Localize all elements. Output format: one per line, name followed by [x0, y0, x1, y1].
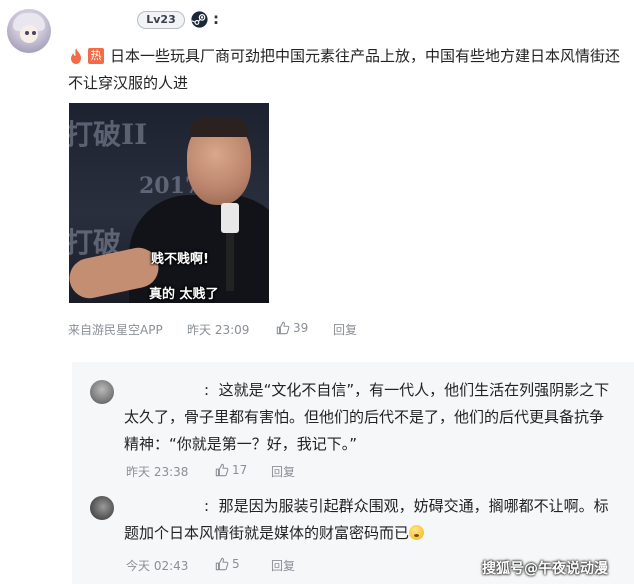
thumbs-up-icon[interactable] [215, 463, 229, 477]
watermark: 搜狐号@午夜说动漫 [482, 561, 608, 577]
avatar-eye [25, 31, 29, 35]
comment-reply-button[interactable]: 回复 [333, 321, 357, 338]
image-bg-text: 打破II [69, 118, 148, 151]
thumbs-up-icon[interactable] [215, 557, 229, 571]
thumbs-up-icon[interactable] [276, 321, 290, 335]
reply-time: 昨天 23:38 [126, 465, 189, 479]
reply-reply-button[interactable]: 回复 [271, 463, 295, 480]
reply-body: 那是因为服装引起群众围观，妨碍交通，搁哪都不让啊。标题加个日本风情街就是媒体的财… [124, 497, 609, 542]
reply-list: : 这就是“文化不自信”，有一代人，他们生活在列强阴影之下太久了，骨子里都有害怕… [72, 362, 634, 584]
level-badge: Lv23 [137, 11, 185, 29]
reply-avatar[interactable] [90, 496, 114, 520]
reply-avatar[interactable] [90, 380, 114, 404]
comment-like-count: 39 [293, 321, 309, 335]
comment-source: 来自游民星空APP [68, 323, 163, 337]
header-colon: : [213, 10, 219, 28]
steam-icon [191, 11, 208, 28]
image-caption-line1: 贱不贱啊! [151, 252, 209, 267]
smile-emoji-icon [409, 525, 425, 540]
reply-like-count: 17 [232, 463, 248, 477]
reply-like-count: 5 [232, 557, 240, 571]
avatar-eye [32, 31, 36, 35]
image-caption-line2: 真的 太贱了 [149, 287, 219, 302]
image-mic-stick [226, 231, 234, 291]
reply-text: : 那是因为服装引起群众围观，妨碍交通，搁哪都不让啊。标题加个日本风情街就是媒体… [124, 493, 614, 547]
comment-text: 日本一些玩具厂商可劲把中国元素往产品上放，中国有些地方建日本风情街还不让穿汉服的… [68, 47, 621, 92]
reply-body: 这就是“文化不自信”，有一代人，他们生活在列强阴影之下太久了，骨子里都有害怕。但… [124, 381, 610, 453]
reply-time: 今天 02:43 [126, 559, 189, 573]
comment-time: 昨天 23:09 [187, 323, 250, 337]
user-avatar[interactable] [7, 9, 51, 53]
reply-colon: : [204, 497, 210, 515]
reply-colon: : [204, 381, 210, 399]
image-person-hair [189, 117, 249, 137]
reply-reply-button[interactable]: 回复 [271, 557, 295, 574]
comment-image[interactable]: 打破II 2017.7 打破 贱不贱啊! 真的 太贱了 [69, 103, 269, 303]
reply-text: : 这就是“文化不自信”，有一代人，他们生活在列强阴影之下太久了，骨子里都有害怕… [124, 377, 614, 458]
username[interactable] [68, 14, 130, 28]
image-mic [221, 203, 239, 233]
